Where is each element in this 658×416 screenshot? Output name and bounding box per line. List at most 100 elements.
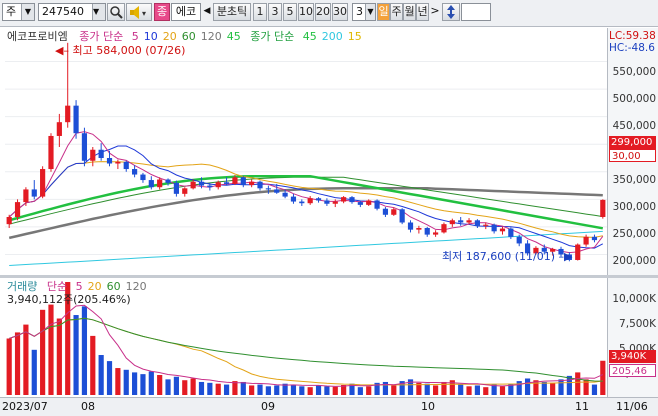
- candle-body: [14, 202, 21, 217]
- price-legend-prefix: 종가 단순: [79, 30, 124, 43]
- candle-body: [466, 220, 472, 223]
- volume-bar: [48, 304, 54, 395]
- tick-mode-button[interactable]: 분초틱: [213, 3, 251, 21]
- volume-bar: [357, 387, 363, 395]
- interval-1-button[interactable]: 1: [253, 3, 267, 21]
- volume-bar: [14, 332, 21, 395]
- candle-body: [81, 133, 88, 161]
- volume-bar: [182, 380, 188, 395]
- volume-chart-area[interactable]: 거래량 단순 5 20 60 120 3,940,112주(205.46%): [5, 278, 607, 397]
- date-label: 2023/07: [2, 400, 48, 413]
- legend-item[interactable]: 120: [201, 30, 222, 43]
- legend-item[interactable]: 20: [163, 30, 177, 43]
- volume-bar: [249, 385, 255, 395]
- volume-bar: [433, 385, 439, 395]
- timeframe-week-button[interactable]: 주: [390, 3, 403, 21]
- legend-item[interactable]: 60: [107, 280, 121, 293]
- search-button[interactable]: [107, 3, 125, 21]
- volume-bar: [207, 382, 213, 395]
- volume-bar: [299, 386, 305, 395]
- volume-legend-prefix: 단순: [46, 280, 68, 293]
- volume-bar: [575, 372, 581, 395]
- volume-bar: [106, 361, 113, 395]
- volume-bar: [90, 335, 96, 395]
- volume-bar: [157, 375, 163, 395]
- candle-body: [491, 224, 497, 232]
- candle-body: [215, 182, 221, 188]
- stock-code-input[interactable]: 247540 ▼: [38, 3, 106, 21]
- volume-bar: [600, 360, 606, 395]
- candle-body: [324, 200, 330, 204]
- volume-bar: [223, 384, 230, 395]
- volume-axis: 10,000K7,500K5,000K2,500K: [607, 278, 658, 397]
- speaker-button[interactable]: ▾: [126, 3, 152, 21]
- candle-body: [349, 197, 355, 203]
- interval-20-button[interactable]: 20: [315, 3, 331, 21]
- date-label: 10: [421, 400, 435, 413]
- candle-body: [123, 161, 129, 170]
- candle-body: [433, 232, 439, 235]
- volume-bar: [132, 372, 138, 395]
- candle-body: [424, 228, 430, 235]
- price-chart-svg: [5, 42, 607, 266]
- interval-30-button[interactable]: 30: [332, 3, 348, 21]
- volume-bar: [366, 386, 372, 395]
- chevron-down-icon[interactable]: ▼: [92, 4, 105, 20]
- legend-item[interactable]: 10: [144, 30, 158, 43]
- interval-3-button[interactable]: 3: [268, 3, 282, 21]
- legend-item[interactable]: 15: [348, 30, 362, 43]
- legend-item[interactable]: 60: [182, 30, 196, 43]
- legend-item[interactable]: 200: [322, 30, 343, 43]
- updown-button[interactable]: [442, 3, 460, 21]
- candle-body: [115, 161, 121, 164]
- axis-tick-label: 350,000: [612, 174, 656, 186]
- legend-item[interactable]: 20: [88, 280, 102, 293]
- candle-body: [391, 209, 397, 215]
- timeframe-day-button[interactable]: 일: [377, 3, 390, 21]
- volume-bar: [40, 309, 46, 395]
- volume-bar: [558, 379, 564, 395]
- price-chart-area[interactable]: 에코프로비엠 종가 단순 5 10 20 60 120 45 종가 단순 45 200 15 …: [5, 28, 607, 275]
- volume-bar: [499, 386, 506, 395]
- legend-item[interactable]: 120: [126, 280, 147, 293]
- chevron-down-icon[interactable]: ▼: [21, 4, 34, 20]
- chevron-down-icon[interactable]: ▼: [365, 4, 375, 20]
- candle-body: [207, 185, 213, 188]
- price-legend: 에코프로비엠 종가 단순 5 10 20 60 120 45 종가 단순 45 200 15: [7, 30, 362, 43]
- market-select-value: 주: [6, 5, 17, 18]
- volume-bar: [198, 381, 205, 395]
- candle-body: [357, 202, 363, 205]
- candle-body: [249, 181, 255, 186]
- date-label: 08: [81, 400, 95, 413]
- low-price-annotation: 최저 187,600 (11/01) –▶: [442, 250, 572, 263]
- interval-5-button[interactable]: 5: [283, 3, 297, 21]
- candle-body: [583, 236, 589, 245]
- axis-tick-label: 250,000: [612, 228, 656, 240]
- next-arrow-button[interactable]: >: [430, 3, 440, 21]
- candle-body: [157, 179, 163, 188]
- legend-item[interactable]: 45: [303, 30, 317, 43]
- legend-item[interactable]: 5: [76, 280, 83, 293]
- extra-input[interactable]: [461, 3, 491, 21]
- candle-body: [374, 200, 380, 209]
- candle-body: [98, 149, 104, 159]
- current-price-tag: 299,000: [609, 136, 656, 149]
- prev-arrow-button[interactable]: ◀: [201, 3, 213, 21]
- market-select[interactable]: 주 ▼: [2, 3, 35, 21]
- legend-item[interactable]: 45: [227, 30, 241, 43]
- candle-body: [366, 200, 372, 205]
- legend-item[interactable]: 5: [132, 30, 139, 43]
- stock-name-field: 에코: [171, 3, 201, 21]
- candle-body: [591, 236, 598, 241]
- candle-body: [341, 197, 347, 202]
- stock-code-value: 247540: [42, 5, 84, 18]
- category-badge[interactable]: 종: [154, 3, 170, 21]
- count-select[interactable]: 3 ▼: [352, 3, 376, 21]
- interval-10-button[interactable]: 10: [298, 3, 314, 21]
- volume-bar: [391, 385, 397, 395]
- timeframe-year-button[interactable]: 년: [416, 3, 429, 21]
- volume-legend: 거래량 단순 5 20 60 120: [7, 280, 147, 293]
- candle-body: [332, 201, 338, 204]
- volume-bar: [474, 385, 480, 395]
- timeframe-month-button[interactable]: 월: [403, 3, 416, 21]
